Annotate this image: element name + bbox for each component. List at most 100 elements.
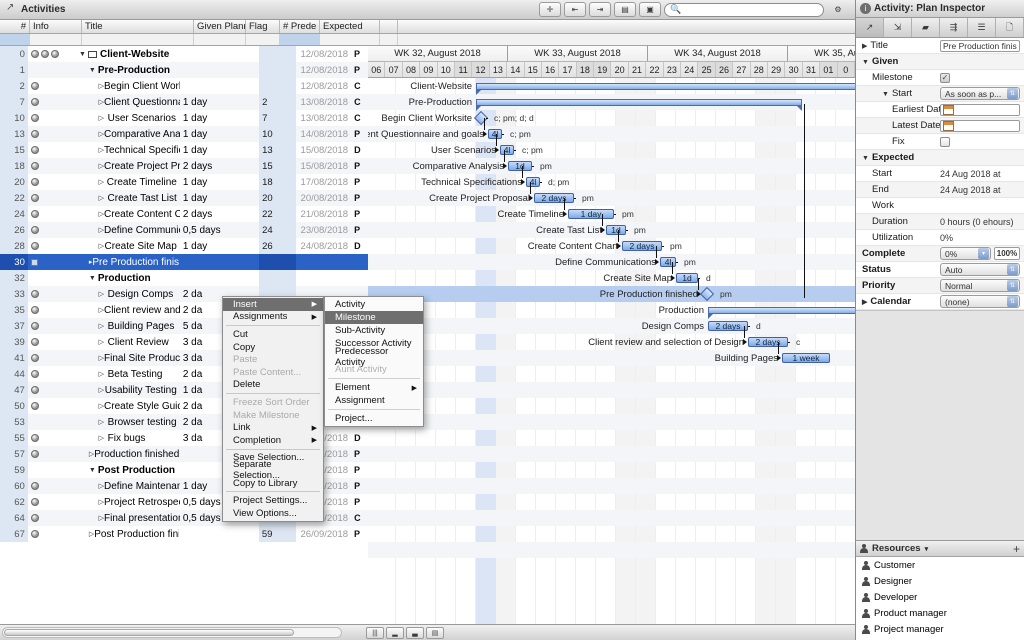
row-predecessor[interactable]: 10 (259, 126, 296, 142)
calendar-icon[interactable] (943, 120, 954, 131)
row-flag[interactable] (227, 254, 259, 270)
row-flag[interactable] (228, 94, 259, 110)
resource-item[interactable]: Customer (856, 557, 1024, 573)
briefcase-button[interactable]: ▣ (639, 2, 661, 17)
menu-item-cut[interactable]: Cut (223, 328, 323, 341)
gantt-bar[interactable]: 4l (660, 257, 676, 267)
row-given-plan[interactable] (180, 78, 228, 94)
row-predecessor[interactable]: 59 (258, 526, 296, 542)
stepper-icon[interactable]: ⇅ (1007, 264, 1018, 275)
row-title[interactable]: ▷ Usability Testing (76, 382, 180, 398)
tab-resources[interactable]: ▰ (912, 18, 940, 37)
resources-list[interactable]: Customer Designer Developer Product manager… (856, 557, 1024, 637)
row-predecessor[interactable]: 2 (259, 94, 296, 110)
row-info-icons[interactable] (28, 494, 76, 510)
row-given-plan[interactable]: 2 da (180, 366, 228, 382)
table-row[interactable]: 18 ▷Create Project Proposal2 days 15 15/08/… (0, 158, 368, 174)
row-flag[interactable] (228, 174, 259, 190)
disclosure-triangle-icon[interactable]: ▼ (89, 275, 98, 282)
tab-plan[interactable]: ↗ (856, 18, 884, 37)
row-title[interactable]: ▸Pre Production finished (76, 254, 180, 270)
row-info-icons[interactable] (28, 46, 76, 62)
row-flag[interactable] (228, 158, 259, 174)
column-header-expected[interactable]: Expected (320, 20, 380, 33)
row-title[interactable]: ▷ Beta Testing (76, 366, 180, 382)
column-header-given-plann[interactable]: Given Plann (194, 20, 246, 33)
menu-item-activity[interactable]: Activity (325, 298, 423, 311)
add-activity-button[interactable]: ✛ (539, 2, 561, 17)
row-info-icons[interactable] (28, 302, 76, 318)
row-title[interactable]: ▷ Create Timeline (76, 174, 180, 190)
row-flag[interactable] (227, 270, 259, 286)
disclosure-triangle-icon[interactable]: ▷ (99, 290, 108, 298)
column-header-title[interactable]: Title (82, 20, 194, 33)
menu-item-assignment[interactable]: Assignment (325, 394, 423, 407)
row-flag[interactable] (227, 526, 259, 542)
gantt-bar[interactable]: 1 day (568, 209, 614, 219)
row-title[interactable]: ▷Client review and selection… (76, 302, 180, 318)
row-info-icons[interactable] (28, 382, 76, 398)
row-title[interactable]: ▼ Pre-Production (76, 62, 180, 78)
add-resource-button[interactable]: + (1013, 542, 1020, 556)
row-given-plan[interactable]: 2 days (180, 158, 228, 174)
disclosure-triangle-icon[interactable]: ▷ (99, 322, 108, 330)
stepper-icon[interactable]: ⇅ (1007, 88, 1018, 99)
row-info-icons[interactable] (28, 62, 76, 78)
columns-icon[interactable]: ||| (366, 627, 384, 639)
gantt-bar[interactable]: 4l (526, 177, 540, 187)
row-given-plan[interactable] (179, 254, 227, 270)
row-title[interactable]: ▷Create Content Chart (76, 206, 180, 222)
table-row[interactable]: 15 ▷Technical Specifications1 day 13 15/08/… (0, 142, 368, 158)
row-title[interactable]: ▷Final presentations (76, 510, 180, 526)
title-input[interactable]: Pre Production finis (940, 39, 1020, 52)
tab-links[interactable]: ⇲ (884, 18, 912, 37)
row-given-plan[interactable]: 0,5 days (180, 510, 228, 526)
row-given-plan[interactable]: 5 da (180, 318, 228, 334)
row-given-plan[interactable]: 1 day (180, 94, 228, 110)
disclosure-triangle-icon[interactable]: ▷ (99, 178, 107, 186)
row-info-icons[interactable] (28, 366, 76, 382)
menu-item-project[interactable]: Project... (325, 412, 423, 425)
row-predecessor[interactable]: 26 (259, 238, 296, 254)
row-predecessor[interactable]: 20 (259, 190, 296, 206)
tab-list[interactable]: ☰ (968, 18, 996, 37)
indent-button[interactable]: ⇥ (589, 2, 611, 17)
checkbox[interactable]: ✓ (940, 72, 950, 83)
disclosure-triangle-icon[interactable]: ▼ (862, 59, 869, 66)
row-info-icons[interactable] (28, 158, 76, 174)
row-given-plan[interactable]: 2 da (180, 302, 228, 318)
row-given-plan[interactable]: 0,5 days (180, 494, 228, 510)
row-title[interactable]: ▷Create Project Proposal (76, 158, 180, 174)
row-given-plan[interactable]: 1 day (180, 190, 228, 206)
table-row[interactable]: 22 ▷ Create Tast List 1 day 20 20/08/2018 P (0, 190, 368, 206)
menu-item-view-options[interactable]: View Options... (223, 507, 323, 520)
row-predecessor[interactable]: 24 (259, 222, 296, 238)
row-given-plan[interactable]: 0,5 days (180, 222, 228, 238)
table-row[interactable]: 10 ▷ User Scenarios 1 day 7 13/08/2018 C (0, 110, 368, 126)
checkbox[interactable] (940, 136, 950, 147)
row-flag[interactable] (227, 46, 259, 62)
row-title[interactable]: ▷ Create Tast List (76, 190, 180, 206)
scrollbar-thumb[interactable] (4, 629, 294, 636)
row-info-icons[interactable] (28, 398, 76, 414)
disclosure-triangle-icon[interactable]: ▶ (862, 42, 867, 50)
row-given-plan[interactable]: 3 da (180, 430, 228, 446)
menu-item-project-settings[interactable]: Project Settings... (223, 494, 323, 507)
row-given-plan[interactable]: 1 day (180, 478, 228, 494)
row-info-icons[interactable] (28, 462, 76, 478)
tab-notes[interactable]: 🗋 (996, 18, 1024, 37)
row-title[interactable]: ▷ Design Comps (76, 286, 180, 302)
row-title[interactable]: ▼ Production (76, 270, 180, 286)
row-given-plan[interactable]: 2 days (180, 206, 228, 222)
disclosure-triangle-icon[interactable]: ▼ (862, 155, 869, 162)
column-header-flag[interactable]: Flag (246, 20, 280, 33)
row-flag[interactable] (227, 62, 259, 78)
horizontal-scrollbar[interactable] (2, 627, 342, 638)
menu-item-completion[interactable]: Completion ▶ (223, 434, 323, 447)
row-info-icons[interactable] (28, 350, 76, 366)
tab-assignments[interactable]: ⇶ (940, 18, 968, 37)
row-title[interactable]: ▷Client Questionnaire and g… (76, 94, 180, 110)
row-info-icons[interactable] (28, 510, 76, 526)
menu-item-insert[interactable]: Insert ▶ (223, 298, 323, 311)
row-predecessor[interactable]: 22 (259, 206, 296, 222)
